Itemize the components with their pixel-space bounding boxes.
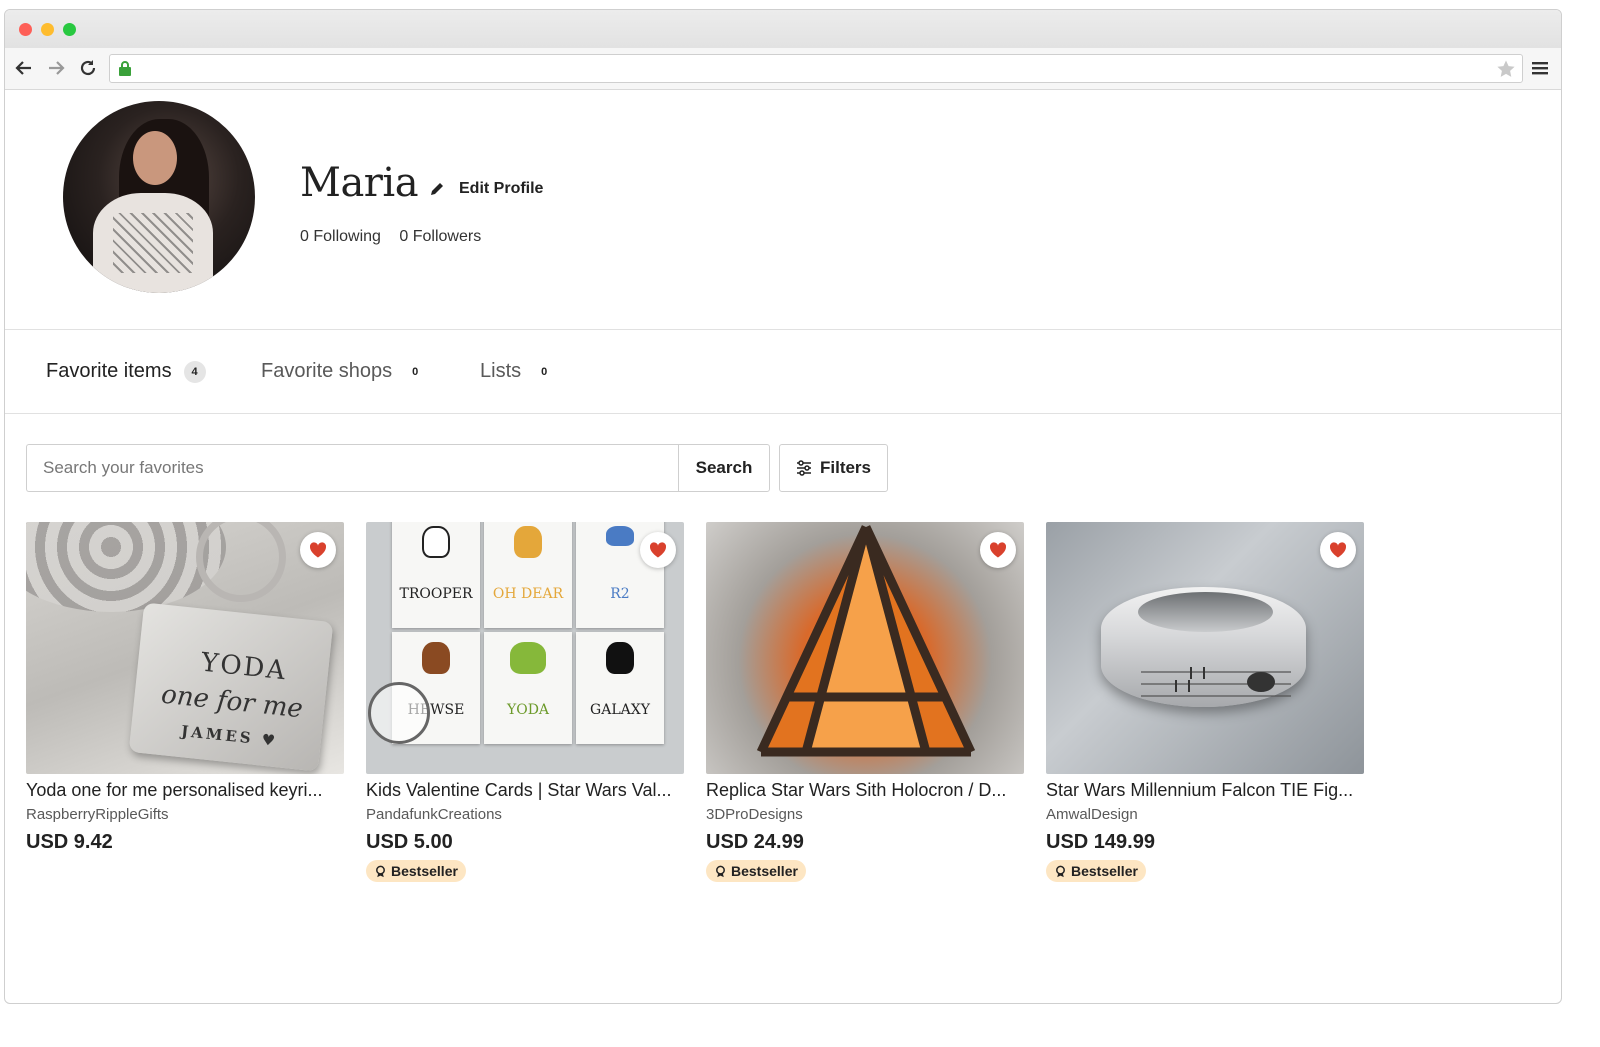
followers-link[interactable]: 0 Followers [399, 228, 481, 245]
reload-icon[interactable] [77, 57, 99, 79]
thumb-text: YODA [506, 702, 550, 718]
favorites-grid: YODA one for me JAMES ♥ Yoda one for me … [26, 522, 1386, 883]
listing-price: USD 5.00 [366, 831, 453, 853]
edit-profile-button[interactable]: Edit Profile [429, 180, 543, 198]
lock-icon [119, 61, 131, 76]
listing-image[interactable] [1046, 522, 1364, 774]
badge-label: Bestseller [1071, 863, 1138, 879]
listing-card[interactable]: Replica Star Wars Sith Holocron / D... 3… [706, 522, 1024, 883]
listing-image[interactable] [706, 522, 1024, 774]
tab-count-badge: 0 [412, 365, 419, 378]
award-icon [1056, 865, 1065, 877]
listing-title[interactable]: Replica Star Wars Sith Holocron / D... [706, 780, 1024, 801]
listing-price: USD 24.99 [706, 831, 804, 853]
search-button[interactable]: Search [678, 444, 770, 492]
thumb-text: R2 [610, 586, 630, 602]
sliders-icon [796, 460, 811, 476]
maximize-window-button[interactable] [63, 23, 76, 36]
favorite-heart-button[interactable] [300, 532, 336, 568]
shop-name[interactable]: PandafunkCreations [366, 806, 684, 823]
favorites-tabs: Favorite items 4 Favorite shops 0 Lists … [5, 332, 1561, 414]
pencil-icon [431, 183, 443, 195]
favorite-heart-button[interactable] [640, 532, 676, 568]
listing-image[interactable]: TROOPER OH DEAR R2 HEWSE YODA GALAXY [366, 522, 684, 774]
thumb-card: OH DEAR [484, 522, 572, 628]
following-link[interactable]: 0 Following [300, 228, 381, 245]
minimize-window-button[interactable] [41, 23, 54, 36]
heart-icon [309, 542, 327, 558]
award-icon [376, 865, 385, 877]
browser-window: Maria Edit Profile 0 Following 0 Followe… [4, 9, 1562, 1004]
listing-title[interactable]: Kids Valentine Cards | Star Wars Val... [366, 780, 684, 801]
bestseller-badge: Bestseller [1046, 860, 1146, 882]
tab-label: Favorite items [46, 360, 172, 382]
badge-label: Bestseller [731, 863, 798, 879]
shop-name[interactable]: 3DProDesigns [706, 806, 1024, 823]
close-window-button[interactable] [19, 23, 32, 36]
browser-toolbar [5, 48, 1561, 90]
title-bar [5, 10, 1561, 48]
thumb-text: TROOPER [399, 586, 473, 602]
edit-profile-label: Edit Profile [459, 180, 544, 197]
shop-name[interactable]: AmwalDesign [1046, 806, 1364, 823]
back-arrow-icon[interactable] [13, 57, 35, 79]
thumb-card: GALAXY [576, 632, 664, 744]
listing-title[interactable]: Star Wars Millennium Falcon TIE Fig... [1046, 780, 1364, 801]
tab-lists[interactable]: Lists 0 [480, 360, 555, 383]
profile-header: Maria Edit Profile 0 Following 0 Followe… [5, 90, 1561, 330]
download-stamp-icon [368, 682, 430, 744]
heart-icon [1329, 542, 1347, 558]
tab-favorite-shops[interactable]: Favorite shops 0 [261, 360, 426, 383]
search-input[interactable] [26, 444, 678, 492]
follow-stats: 0 Following 0 Followers [300, 228, 495, 246]
favorite-heart-button[interactable] [1320, 532, 1356, 568]
profile-name: Maria [300, 160, 419, 206]
heart-icon [989, 542, 1007, 558]
avatar[interactable] [63, 101, 255, 293]
filters-label: Filters [819, 458, 872, 477]
tab-favorite-items[interactable]: Favorite items 4 [46, 360, 206, 383]
tab-count-badge: 0 [541, 365, 548, 378]
listing-card[interactable]: TROOPER OH DEAR R2 HEWSE YODA GALAXY Kid… [366, 522, 684, 883]
favorite-heart-button[interactable] [980, 532, 1016, 568]
address-bar[interactable] [109, 54, 1523, 83]
bestseller-badge: Bestseller [706, 860, 806, 882]
tab-label: Lists [480, 360, 522, 382]
forward-arrow-icon[interactable] [45, 57, 67, 79]
holocron-illustration [756, 525, 976, 757]
bookmark-star-icon[interactable] [1496, 59, 1516, 79]
listing-card[interactable]: Star Wars Millennium Falcon TIE Fig... A… [1046, 522, 1364, 883]
listing-price: USD 9.42 [26, 831, 113, 853]
heart-icon [649, 542, 667, 558]
shop-name[interactable]: RaspberryRippleGifts [26, 806, 344, 823]
hamburger-menu-icon[interactable] [1531, 59, 1549, 77]
listing-card[interactable]: YODA one for me JAMES ♥ Yoda one for me … [26, 522, 344, 883]
listing-title[interactable]: Yoda one for me personalised keyri... [26, 780, 344, 801]
favorites-search: Search Filters [26, 444, 888, 492]
badge-label: Bestseller [391, 863, 458, 879]
thumb-text: GALAXY [590, 702, 650, 718]
thumb-card: TROOPER [392, 522, 480, 628]
listing-image[interactable]: YODA one for me JAMES ♥ [26, 522, 344, 774]
tab-count-badge: 4 [183, 360, 206, 383]
bestseller-badge: Bestseller [366, 860, 466, 882]
tab-label: Favorite shops [261, 360, 393, 382]
thumb-text: OH DEAR [492, 586, 564, 602]
listing-price: USD 149.99 [1046, 831, 1155, 853]
thumb-card: YODA [484, 632, 572, 744]
filters-button[interactable]: Filters [779, 444, 888, 492]
ring-engraving [1141, 667, 1291, 697]
award-icon [716, 865, 725, 877]
